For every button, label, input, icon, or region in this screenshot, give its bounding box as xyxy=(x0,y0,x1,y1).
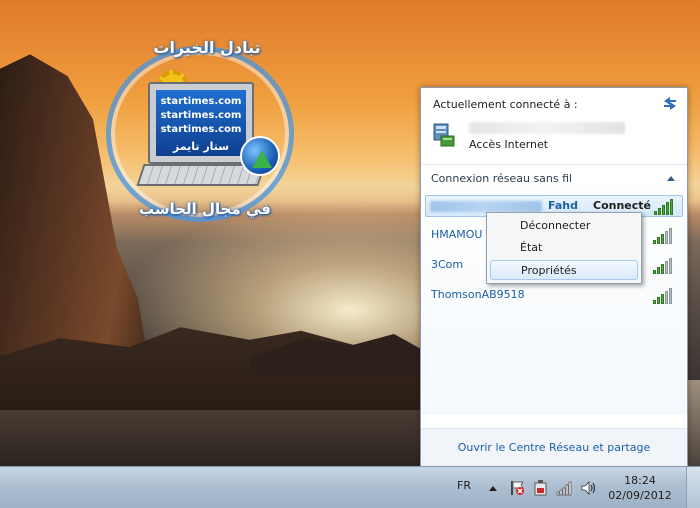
logo-line-4: ستار تايمز xyxy=(172,140,230,153)
open-network-center-link[interactable]: Ouvrir le Centre Réseau et partage xyxy=(421,441,687,454)
menu-item-disconnect[interactable]: Déconnecter xyxy=(490,216,638,236)
menu-item-label: Propriétés xyxy=(521,264,577,277)
flyout-footer: Ouvrir le Centre Réseau et partage xyxy=(421,428,687,466)
volume-icon[interactable] xyxy=(580,479,598,497)
wireless-section-header[interactable]: Connexion réseau sans fil xyxy=(421,165,687,193)
signal-strength-icon xyxy=(653,288,675,304)
action-center-flag-icon[interactable] xyxy=(508,479,526,497)
clock-time: 18:24 xyxy=(624,474,656,487)
show-hidden-icons-chevron-icon[interactable] xyxy=(489,486,497,491)
network-signal-icon[interactable] xyxy=(556,479,574,497)
signal-strength-icon xyxy=(654,199,676,215)
logo-line-3: startimes.com xyxy=(160,124,242,135)
logo-line-1: startimes.com xyxy=(160,96,242,107)
power-icon[interactable] xyxy=(532,479,550,497)
wifi-network-name: ThomsonAB9518 xyxy=(431,288,525,301)
current-network-status: Accès Internet xyxy=(469,138,549,151)
laptop-screen: startimes.com startimes.com startimes.co… xyxy=(156,90,246,156)
current-connection-panel: Actuellement connecté à : Accès Internet xyxy=(421,88,687,164)
laptop-icon: startimes.com startimes.com startimes.co… xyxy=(148,82,254,164)
current-connection-header: Actuellement connecté à : xyxy=(433,98,578,111)
wifi-network-name: HMAMOU xyxy=(431,228,483,241)
clock-date: 02/09/2012 xyxy=(608,489,672,502)
logo-subtitle: في مجال الحاسب xyxy=(138,200,272,218)
system-clock[interactable]: 18:24 02/09/2012 xyxy=(602,473,678,503)
foreshore xyxy=(0,410,430,466)
signal-strength-icon xyxy=(653,258,675,274)
wifi-network-name: 3Com xyxy=(431,258,464,271)
logo-line-2: startimes.com xyxy=(160,110,242,121)
taskbar: FR 18:24 02/09/2012 xyxy=(0,466,700,508)
network-context-menu: Déconnecter État Propriétés xyxy=(486,212,642,284)
wireless-section-title: Connexion réseau sans fil xyxy=(431,172,573,185)
collapse-chevron-icon xyxy=(667,176,675,181)
menu-item-properties[interactable]: Propriétés xyxy=(490,260,638,280)
menu-item-status[interactable]: État xyxy=(490,238,638,258)
refresh-icon[interactable] xyxy=(661,94,679,112)
wifi-network-row[interactable]: ThomsonAB9518 xyxy=(425,285,683,307)
menu-item-label: Déconnecter xyxy=(520,219,591,232)
current-network-name xyxy=(469,122,625,134)
language-indicator[interactable]: FR xyxy=(457,479,471,492)
wifi-network-tag: Fahd xyxy=(548,199,578,212)
arrow-up-icon xyxy=(252,150,272,168)
signal-strength-icon xyxy=(653,228,675,244)
menu-item-label: État xyxy=(520,241,543,254)
network-computer-icon xyxy=(433,123,455,147)
wifi-network-name xyxy=(430,201,542,212)
startimes-logo: تبادل الخبرات startimes.com startimes.co… xyxy=(100,38,300,228)
show-desktop-button[interactable] xyxy=(686,467,700,508)
wifi-connection-state: Connecté xyxy=(593,199,651,212)
logo-title: تبادل الخبرات xyxy=(153,38,261,57)
wireless-networks-panel: Connexion réseau sans fil Fahd Connecté … xyxy=(421,165,687,415)
